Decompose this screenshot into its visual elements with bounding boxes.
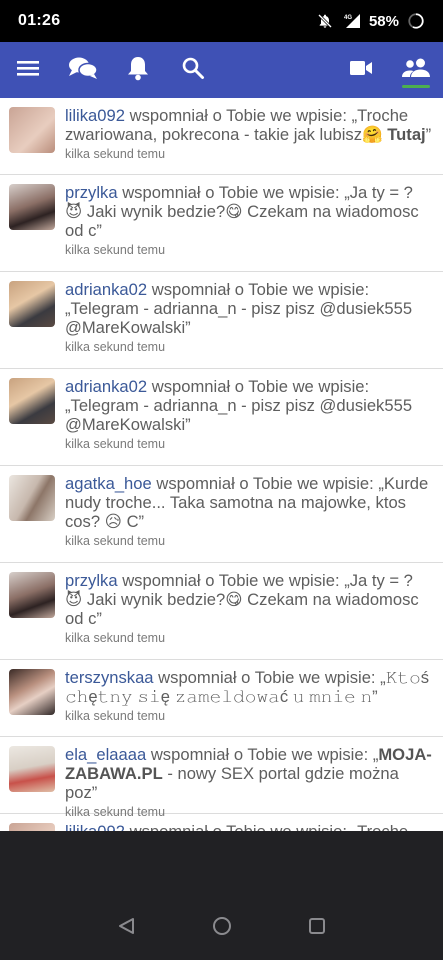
notification-text: lilika092 wspomniał o Tobie we wpisie: „… [65, 106, 433, 144]
notification-item[interactable]: adrianka02 wspomniał o Tobie we wpisie: … [0, 272, 443, 369]
notification-text: przylka wspomniał o Tobie we wpisie: „Ja… [65, 183, 433, 240]
notification-text: adrianka02 wspomniał o Tobie we wpisie: … [65, 377, 433, 434]
avatar [9, 669, 55, 715]
active-tab-indicator [402, 85, 430, 88]
notification-time: kilka sekund temu [65, 709, 166, 723]
notification-username[interactable]: adrianka02 [65, 377, 147, 396]
notification-username[interactable]: przylka [65, 183, 118, 202]
notification-username[interactable]: przylka [65, 571, 118, 590]
notification-item[interactable]: adrianka02 wspomniał o Tobie we wpisie: … [0, 369, 443, 466]
notification-content: przylka wspomniał o Tobie we wpisie: „Ja… [65, 571, 433, 651]
avatar [9, 184, 55, 230]
post-excerpt: „Troche [352, 822, 409, 831]
search-icon [181, 56, 205, 85]
post-link-text[interactable]: Tutaj [383, 125, 425, 144]
notification-content: lilika092 wspomniał o Tobie we wpisie: „… [65, 106, 433, 166]
friends-button[interactable] [388, 42, 443, 98]
messages-icon [68, 55, 98, 86]
system-navigation-bar [0, 900, 443, 956]
mention-label: wspomniał o Tobie we wpisie: [158, 668, 376, 687]
avatar [9, 475, 55, 521]
signal-icon: 4G [341, 13, 361, 29]
notification-content: ela_elaaaa wspomniał o Tobie we wpisie: … [65, 745, 433, 819]
notification-username[interactable]: adrianka02 [65, 280, 147, 299]
avatar [9, 746, 55, 792]
notification-list[interactable]: lilika092 wspomniał o Tobie we wpisie: „… [0, 98, 443, 831]
notification-item[interactable]: przylka wspomniał o Tobie we wpisie: „Ja… [0, 563, 443, 660]
mention-label: wspomniał o Tobie we wpisie: [122, 571, 340, 590]
back-button[interactable] [112, 913, 142, 943]
notification-username[interactable]: lilika092 [65, 822, 125, 831]
mention-label: wspomniał o Tobie we wpisie: [151, 377, 370, 396]
notification-username[interactable]: lilika092 [65, 106, 125, 125]
search-button[interactable] [165, 42, 220, 98]
notification-text: agatka_hoe wspomniał o Tobie we wpisie: … [65, 474, 433, 531]
video-button[interactable] [333, 42, 388, 98]
status-icons: 4G 58% [317, 12, 425, 30]
notification-time: kilka sekund temu [65, 147, 166, 161]
post-excerpt: „Telegram - adrianna_n - pisz pisz @dusi… [65, 396, 413, 434]
mention-label: wspomniał o Tobie we wpisie: [129, 106, 347, 125]
notification-username[interactable]: ela_elaaaa [65, 745, 146, 764]
notification-item[interactable]: agatka_hoe wspomniał o Tobie we wpisie: … [0, 466, 443, 563]
notification-content: adrianka02 wspomniał o Tobie we wpisie: … [65, 377, 433, 457]
avatar [9, 281, 55, 327]
home-button[interactable] [207, 913, 237, 943]
notification-time: kilka sekund temu [65, 340, 166, 354]
battery-icon [407, 12, 425, 30]
notification-time: kilka sekund temu [65, 243, 166, 257]
messages-button[interactable] [55, 42, 110, 98]
status-time: 01:26 [18, 12, 61, 29]
post-excerpt: „Telegram - adrianna_n - pisz pisz @dusi… [65, 299, 413, 337]
mention-label: wspomniał o Tobie we wpisie: [156, 474, 374, 493]
notification-time: kilka sekund temu [65, 437, 166, 451]
notification-text: terszynskaa wspomniał o Tobie we wpisie:… [65, 668, 433, 706]
avatar [9, 107, 55, 153]
notification-content: terszynskaa wspomniał o Tobie we wpisie:… [65, 668, 433, 728]
post-excerpt-end: ” [425, 125, 432, 144]
notification-content: adrianka02 wspomniał o Tobie we wpisie: … [65, 280, 433, 360]
notification-item[interactable]: przylka wspomniał o Tobie we wpisie: „Ja… [0, 175, 443, 272]
recents-button[interactable] [302, 913, 332, 943]
battery-percent: 58% [368, 12, 399, 30]
video-icon [349, 59, 373, 82]
notification-text: przylka wspomniał o Tobie we wpisie: „Ja… [65, 571, 433, 628]
back-icon [117, 916, 137, 941]
notifications-button[interactable] [110, 42, 165, 98]
menu-button[interactable] [0, 42, 55, 98]
notification-text: lilika092 wspomniał o Tobie we wpisie: „… [65, 822, 433, 831]
recents-icon [307, 916, 327, 941]
notification-item[interactable]: lilika092 wspomniał o Tobie we wpisie: „… [0, 98, 443, 175]
notification-username[interactable]: agatka_hoe [65, 474, 152, 493]
notifications-icon [127, 55, 149, 86]
notification-time: kilka sekund temu [65, 631, 166, 645]
notification-text: ela_elaaaa wspomniał o Tobie we wpisie: … [65, 745, 433, 802]
status-bar: 01:26 4G 58% [0, 0, 443, 42]
avatar [9, 823, 55, 831]
network-label: 4G [344, 15, 352, 21]
notification-username[interactable]: terszynskaa [65, 668, 154, 687]
mention-label: wspomniał o Tobie we wpisie: [122, 183, 340, 202]
app-bar [0, 42, 443, 98]
notification-time: kilka sekund temu [65, 534, 166, 548]
avatar [9, 572, 55, 618]
notification-item[interactable]: lilika092 wspomniał o Tobie we wpisie: „… [0, 814, 443, 831]
notification-content: lilika092 wspomniał o Tobie we wpisie: „… [65, 822, 433, 831]
home-icon [211, 915, 233, 942]
notification-content: przylka wspomniał o Tobie we wpisie: „Ja… [65, 183, 433, 263]
notification-text: adrianka02 wspomniał o Tobie we wpisie: … [65, 280, 433, 337]
friends-icon [401, 57, 430, 84]
notification-item[interactable]: terszynskaa wspomniał o Tobie we wpisie:… [0, 660, 443, 737]
menu-icon [16, 58, 40, 83]
mention-label: wspomniał o Tobie we wpisie: [151, 280, 370, 299]
avatar [9, 378, 55, 424]
notification-content: agatka_hoe wspomniał o Tobie we wpisie: … [65, 474, 433, 554]
mute-icon [317, 13, 333, 29]
mention-label: wspomniał o Tobie we wpisie: [150, 745, 369, 764]
notification-item[interactable]: ela_elaaaa wspomniał o Tobie we wpisie: … [0, 737, 443, 819]
mention-label: wspomniał o Tobie we wpisie: [130, 822, 347, 831]
